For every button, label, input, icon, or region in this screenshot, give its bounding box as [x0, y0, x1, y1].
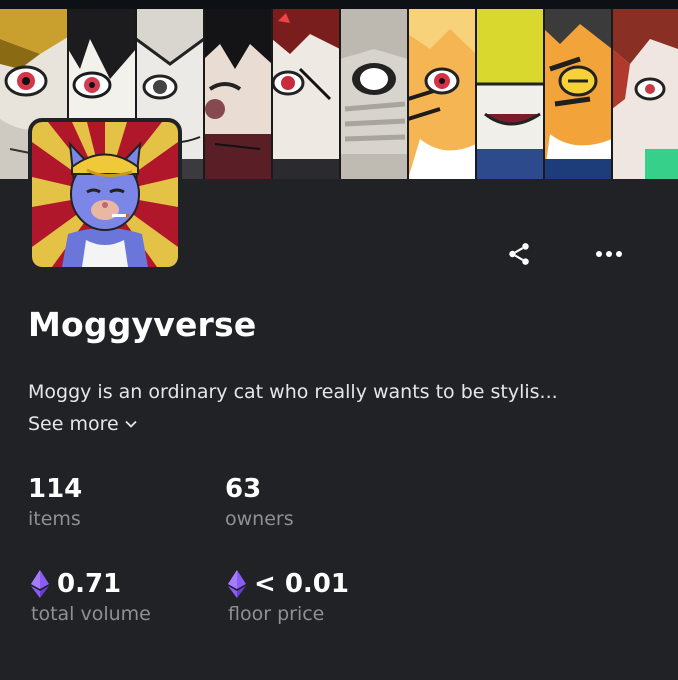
top-status-strip [0, 0, 678, 9]
banner-character-10 [612, 9, 678, 179]
items-count: 114 [28, 474, 83, 504]
owners-count: 63 [225, 474, 262, 504]
banner-character-4 [204, 9, 272, 179]
collection-description: Moggy is an ordinary cat who really want… [28, 381, 558, 403]
items-label: items [28, 508, 81, 530]
banner-character-9 [544, 9, 612, 179]
more-icon [596, 251, 622, 257]
banner-character-8 [476, 9, 544, 179]
share-button[interactable] [499, 234, 539, 274]
total-volume-value: 0.71 [57, 569, 122, 599]
share-icon [509, 243, 529, 265]
see-more-button[interactable]: See more [28, 413, 137, 435]
stat-floor-price[interactable]: < 0.01 floor price [228, 569, 349, 625]
owners-label: owners [225, 508, 294, 530]
floor-price-label: floor price [228, 603, 325, 625]
stat-total-volume[interactable]: 0.71 total volume [31, 569, 151, 625]
total-volume-label: total volume [31, 603, 151, 625]
banner-character-6 [340, 9, 408, 179]
floor-price-value: < 0.01 [254, 569, 349, 599]
collection-avatar[interactable] [28, 118, 182, 271]
collection-title: Moggyverse [28, 305, 257, 344]
banner-character-5 [271, 9, 340, 179]
banner-character-7 [407, 9, 476, 179]
ethereum-icon [31, 570, 49, 598]
more-options-button[interactable] [589, 234, 629, 274]
see-more-label: See more [28, 413, 119, 435]
chevron-down-icon [125, 420, 137, 428]
stat-items[interactable]: 114 items [28, 474, 82, 530]
ethereum-icon [228, 570, 246, 598]
stat-owners[interactable]: 63 owners [225, 474, 294, 530]
